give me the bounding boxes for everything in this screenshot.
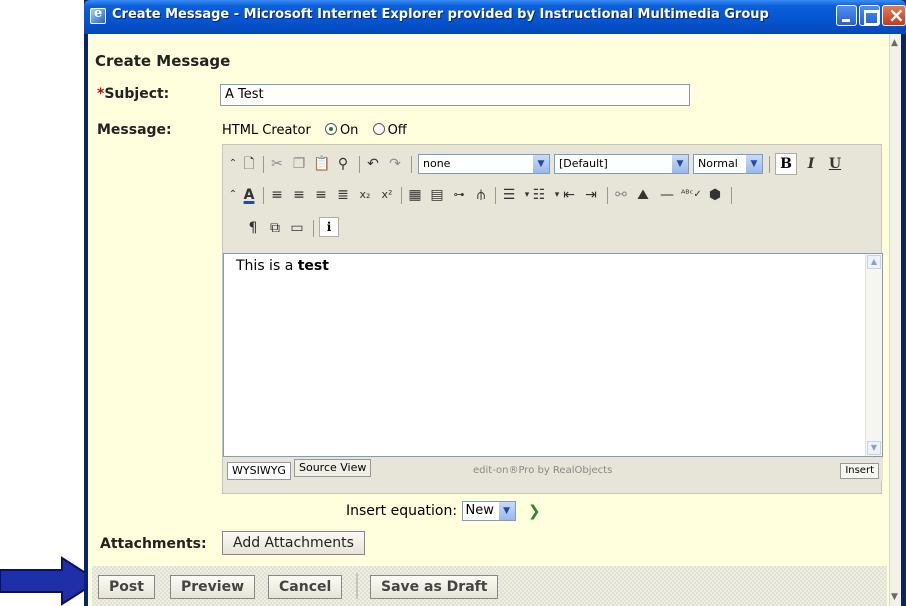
action-bar-divider (356, 573, 358, 599)
insert-table-icon[interactable]: ▦ (407, 184, 423, 206)
paragraph-style-value: none (423, 157, 451, 170)
internet-explorer-icon (90, 6, 106, 24)
spellcheck-icon[interactable]: ᴬᴮᶜ✓ (681, 184, 702, 206)
scroll-up-icon[interactable]: ▲ (891, 38, 898, 48)
info-icon[interactable]: i (319, 217, 339, 237)
html-editor: ⌃ 🗋 ✂ ❐ 📋 ⚲ ↶ ↷ none ▼ [Default] ▼ Normal ▼… (222, 144, 883, 494)
insert-equation-row: Insert equation: New ▼ ❯ (346, 501, 541, 521)
page-title: Create Message (95, 52, 231, 70)
paragraph-style-select[interactable]: none ▼ (418, 154, 550, 174)
font-family-value: [Default] (559, 157, 608, 170)
post-button[interactable]: Post (98, 575, 155, 599)
close-button[interactable] (882, 3, 906, 27)
toolbar-row-3: ¶ ⧉ ▭ i (223, 217, 883, 243)
align-center-icon[interactable]: ≡ (291, 184, 307, 206)
chevron-down-icon: ▼ (533, 155, 549, 173)
maximize-button[interactable] (859, 5, 880, 26)
font-family-select[interactable]: [Default] ▼ (554, 154, 689, 174)
equation-select-value: New (465, 503, 494, 518)
merge-cells-icon[interactable]: ⊶ (451, 184, 467, 206)
browser-window: Create Message - Microsoft Internet Expl… (84, 0, 906, 606)
paste-icon[interactable]: 📋 (313, 153, 330, 175)
find-icon[interactable]: ⚲ (335, 153, 351, 175)
new-document-icon[interactable]: 🗋 (241, 153, 257, 175)
subscript-icon[interactable]: x₂ (357, 184, 373, 206)
editor-content-area[interactable]: This is a test ▲ ▼ (223, 253, 883, 457)
full-screen-icon[interactable]: ▭ (289, 217, 305, 239)
scroll-down-icon[interactable]: ▼ (891, 592, 898, 602)
insert-column-icon[interactable]: ▤ (429, 184, 445, 206)
indent-icon[interactable]: ⇥ (583, 184, 599, 206)
html-creator-off-radio[interactable] (372, 123, 385, 135)
redo-icon[interactable]: ↷ (387, 153, 403, 175)
tab-source-view[interactable]: Source View (294, 459, 372, 477)
cut-icon[interactable]: ✂ (269, 153, 285, 175)
subject-label: *Subject: (97, 86, 169, 102)
editor-scrollbar[interactable]: ▲ ▼ (865, 254, 882, 456)
insert-image-icon[interactable]: ⛰ (635, 184, 651, 206)
insert-mode-indicator: Insert (840, 463, 879, 479)
font-size-select[interactable]: Normal ▼ (693, 154, 763, 174)
insert-object-icon[interactable]: ⬢ (707, 184, 723, 206)
message-label: Message: (97, 122, 172, 138)
scroll-up-icon[interactable]: ▲ (867, 255, 881, 269)
subject-input[interactable]: A Test (220, 84, 690, 106)
hyperlink-icon[interactable]: ⚯ (613, 184, 629, 206)
html-creator-on-radio[interactable] (324, 123, 337, 135)
insert-equation-label: Insert equation: (346, 503, 458, 519)
minimize-button[interactable] (836, 5, 857, 26)
html-creator-toggle: HTML Creator On Off (222, 123, 407, 138)
editor-credit: edit-on®Pro by RealObjects (473, 465, 613, 476)
paragraph-marks-icon[interactable]: ¶ (245, 217, 261, 239)
superscript-icon[interactable]: x² (379, 184, 395, 206)
show-borders-icon[interactable]: ⧉ (267, 217, 283, 239)
html-creator-on-label[interactable]: On (340, 123, 358, 138)
html-creator-label: HTML Creator (222, 123, 311, 138)
page-content: ▲ ▼ Create Message *Subject: A Test Mess… (88, 34, 901, 606)
editor-text-plain: This is a (236, 258, 298, 274)
toolbar-row-2: ⌃ A ≡ ≡ ≡ ≣ x₂ x² ▦ ▤ ⊶ ⫛ ☰ ▾ ☷ ▾ ⇤ ⇥ ⚯ … (223, 184, 883, 210)
chevron-down-icon: ▼ (672, 155, 688, 173)
italic-button[interactable]: I (803, 153, 819, 175)
editor-text: This is a test (236, 258, 329, 274)
justify-icon[interactable]: ≣ (335, 184, 351, 206)
horizontal-rule-icon[interactable]: — (659, 184, 675, 206)
window-title: Create Message - Microsoft Internet Expl… (112, 7, 769, 22)
font-color-icon[interactable]: A (241, 184, 257, 206)
align-left-icon[interactable]: ≡ (269, 184, 285, 206)
tab-wysiwyg[interactable]: WYSIWYG (227, 462, 291, 480)
preview-button[interactable]: Preview (170, 575, 256, 599)
underline-button[interactable]: U (827, 153, 843, 175)
scroll-down-icon[interactable]: ▼ (867, 441, 881, 455)
collapse-toolbar-icon[interactable]: ⌃ (225, 184, 241, 206)
html-creator-off-label[interactable]: Off (388, 123, 407, 138)
chevron-down-icon: ▼ (498, 502, 515, 520)
add-attachments-button[interactable]: Add Attachments (222, 531, 365, 555)
font-size-value: Normal (698, 157, 738, 170)
chevron-down-icon: ▼ (746, 155, 762, 173)
title-bar: Create Message - Microsoft Internet Expl… (84, 0, 906, 34)
collapse-toolbar-icon[interactable]: ⌃ (225, 153, 241, 175)
toolbar-row-1: ⌃ 🗋 ✂ ❐ 📋 ⚲ ↶ ↷ none ▼ [Default] ▼ Normal ▼… (223, 153, 883, 179)
bulleted-list-icon[interactable]: ☰ (501, 184, 517, 206)
subject-label-text: Subject: (104, 86, 170, 102)
align-right-icon[interactable]: ≡ (313, 184, 329, 206)
cancel-button[interactable]: Cancel (268, 575, 343, 599)
numbered-list-icon[interactable]: ☷ (531, 184, 547, 206)
equation-select[interactable]: New ▼ (461, 501, 516, 521)
bold-button[interactable]: B (775, 153, 797, 175)
save-draft-button[interactable]: Save as Draft (370, 575, 499, 599)
split-cells-icon[interactable]: ⫛ (473, 184, 489, 206)
editor-text-bold: test (297, 258, 329, 274)
go-arrow-icon[interactable]: ❯ (528, 502, 541, 520)
page-scrollbar[interactable]: ▲ ▼ (889, 34, 901, 606)
attachments-label: Attachments: (100, 536, 207, 552)
editor-view-tabs: WYSIWYG Source View edit-on®Pro by RealO… (223, 457, 883, 481)
undo-icon[interactable]: ↶ (365, 153, 381, 175)
copy-icon[interactable]: ❐ (291, 153, 307, 175)
outdent-icon[interactable]: ⇤ (561, 184, 577, 206)
